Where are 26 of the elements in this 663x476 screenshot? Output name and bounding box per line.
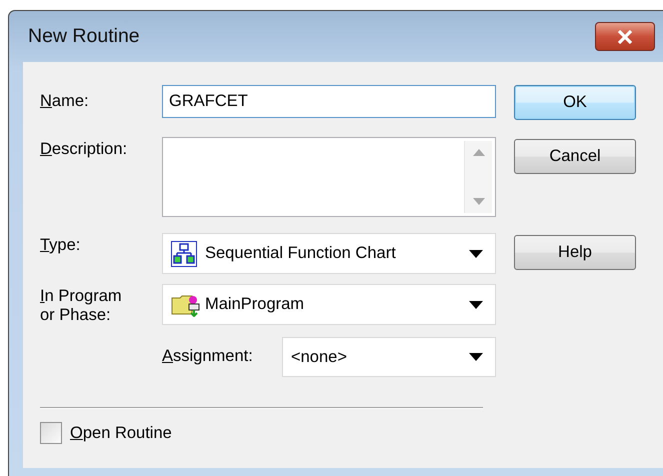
caret-icon xyxy=(469,300,483,308)
dropdown[interactable]: Sequential Function Chart xyxy=(162,233,496,274)
scrollbar[interactable] xyxy=(464,141,492,213)
dialog-button[interactable]: OK xyxy=(514,85,636,120)
close-button[interactable] xyxy=(595,22,655,51)
field-label: Name: xyxy=(40,92,90,111)
dropdown[interactable]: <none> xyxy=(282,337,496,377)
caret-icon xyxy=(469,250,483,258)
dialog-button[interactable]: Cancel xyxy=(514,139,636,174)
flowchart-icon xyxy=(171,240,197,266)
field-label: Type: xyxy=(40,236,82,255)
checkbox-label[interactable]: Open Routine xyxy=(70,421,172,446)
dropdown[interactable]: MainProgram xyxy=(162,284,496,325)
checkbox[interactable] xyxy=(40,422,62,444)
close-icon xyxy=(617,30,633,44)
scroll-up-icon xyxy=(472,149,484,156)
dialog-button[interactable]: Help xyxy=(514,235,636,270)
field-label: In Program or Phase: xyxy=(40,287,123,325)
folder-icon xyxy=(171,292,201,316)
window-title: New Routine xyxy=(28,24,140,49)
scroll-down-icon xyxy=(472,198,484,205)
field-label: Description: xyxy=(40,140,128,159)
description-field[interactable] xyxy=(162,137,496,217)
caret-icon xyxy=(469,353,483,361)
name-field[interactable]: GRAFCET xyxy=(162,85,496,118)
field-label: Assignment: xyxy=(162,347,254,366)
